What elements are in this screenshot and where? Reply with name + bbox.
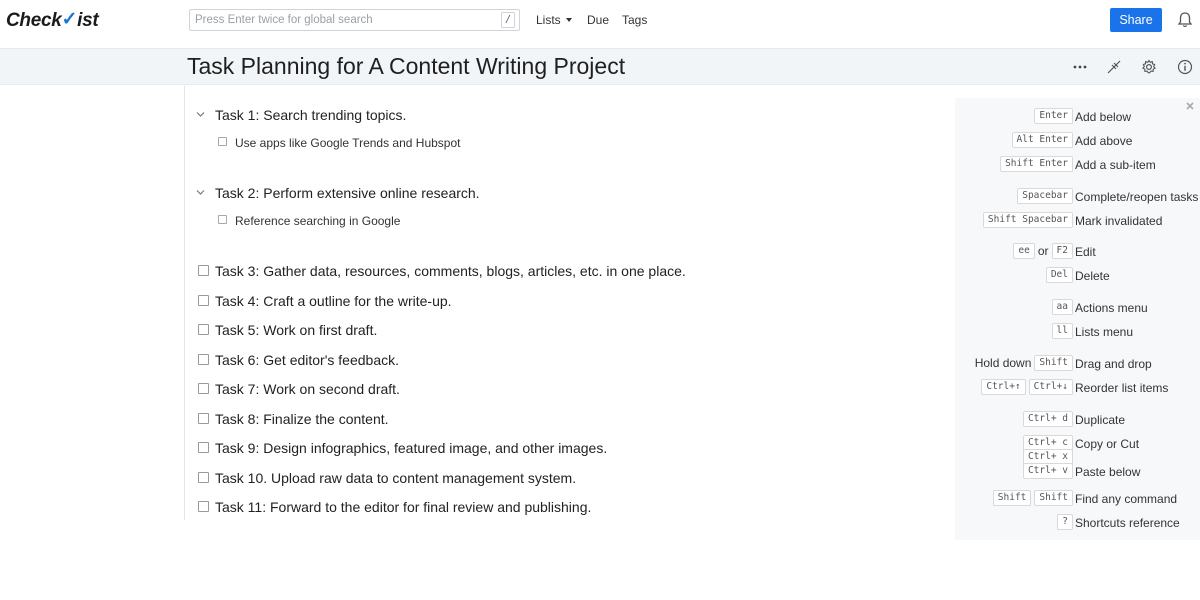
- task-checkbox[interactable]: [198, 383, 209, 394]
- key-label: F2: [1051, 243, 1073, 259]
- shortcut-action: Reorder list items: [1075, 381, 1169, 395]
- task-checkbox[interactable]: [198, 295, 209, 306]
- shortcut-row-drag: Hold down Shift Drag and drop: [955, 355, 1200, 373]
- key-label: Shift: [992, 490, 1032, 506]
- settings-gear-icon[interactable]: [1140, 58, 1158, 76]
- task-checkbox[interactable]: [198, 442, 209, 453]
- shortcut-row-invalidate: Shift Spacebar Mark invalidated: [955, 212, 1200, 230]
- logo-text-ist: ist: [77, 10, 99, 31]
- top-bar: Check✓ist / Lists Due Tags Share: [0, 0, 1200, 48]
- page-title[interactable]: Task Planning for A Content Writing Proj…: [187, 53, 625, 80]
- task-checkbox[interactable]: [198, 265, 209, 276]
- key-label: ll: [1051, 323, 1073, 339]
- key-label: ?: [1057, 514, 1073, 530]
- chevron-down-icon: [565, 18, 572, 22]
- keyboard-shortcuts-panel: Enter Add below Alt Enter Add above Shif…: [955, 98, 1200, 540]
- nav-lists-label: Lists: [536, 13, 561, 27]
- task-text[interactable]: Task 8: Finalize the content.: [215, 411, 389, 427]
- shortcut-action: Add above: [1075, 134, 1133, 148]
- key-label: Del: [1045, 267, 1073, 283]
- shortcut-action: Add below: [1075, 110, 1132, 124]
- hold-down-label: Hold down: [974, 356, 1032, 370]
- search-shortcut-key: /: [501, 12, 515, 28]
- task-checkbox[interactable]: [198, 324, 209, 335]
- key-label: Shift Enter: [1000, 156, 1073, 172]
- key-label: Ctrl+↑: [981, 379, 1026, 395]
- task-text[interactable]: Task 9: Design infographics, featured im…: [215, 440, 607, 456]
- task-text[interactable]: Task 6: Get editor's feedback.: [215, 352, 399, 368]
- logo-text-check: Check: [6, 10, 62, 31]
- key-label: Spacebar: [1017, 188, 1073, 204]
- shortcut-row-add-subitem: Shift Enter Add a sub-item: [955, 156, 1200, 174]
- task-checkbox[interactable]: [198, 472, 209, 483]
- shortcut-action: Duplicate: [1075, 413, 1126, 427]
- subtask-text[interactable]: Use apps like Google Trends and Hubspot: [235, 136, 460, 150]
- more-options-icon[interactable]: [1071, 58, 1089, 76]
- shortcut-row-duplicate: Ctrl+ d Duplicate: [955, 411, 1200, 429]
- key-label: Shift: [1034, 355, 1073, 371]
- chevron-down-icon[interactable]: [195, 109, 206, 120]
- title-bar: Task Planning for A Content Writing Proj…: [0, 48, 1200, 85]
- key-label: Ctrl+ v: [1022, 463, 1073, 479]
- logo-check-mark: ✓: [61, 9, 78, 30]
- task-text[interactable]: Task 11: Forward to the editor for final…: [215, 499, 591, 515]
- task-text[interactable]: Task 10. Upload raw data to content mana…: [215, 470, 576, 486]
- key-label: Alt Enter: [1011, 132, 1073, 148]
- shortcut-action: Lists menu: [1075, 325, 1134, 339]
- share-button[interactable]: Share: [1110, 8, 1162, 32]
- global-search[interactable]: /: [189, 9, 520, 31]
- task-text[interactable]: Task 2: Perform extensive online researc…: [215, 185, 480, 201]
- shortcut-action: Actions menu: [1075, 301, 1148, 315]
- shortcut-action: Mark invalidated: [1075, 214, 1163, 228]
- key-label: Shift Spacebar: [982, 212, 1073, 228]
- nav-tags[interactable]: Tags: [622, 13, 647, 27]
- shortcut-action: Drag and drop: [1075, 357, 1152, 371]
- key-label: Ctrl+ d: [1022, 411, 1073, 427]
- shortcut-action: Find any command: [1075, 492, 1178, 506]
- shortcut-row-complete: Spacebar Complete/reopen tasks: [955, 188, 1200, 206]
- task-checkbox[interactable]: [198, 501, 209, 512]
- key-label: Enter: [1034, 108, 1073, 124]
- key-label: aa: [1051, 299, 1073, 315]
- shortcut-row-lists-menu: ll Lists menu: [955, 323, 1200, 341]
- shortcut-row-edit: ee or F2 Edit: [955, 243, 1200, 261]
- key-label: Ctrl+↓: [1028, 379, 1073, 395]
- shortcut-row-delete: Del Delete: [955, 267, 1200, 285]
- shortcut-row-add-below: Enter Add below: [955, 108, 1200, 126]
- shortcut-action: Shortcuts reference: [1075, 516, 1180, 530]
- collapse-expand-icon[interactable]: [1105, 58, 1123, 76]
- nav-due[interactable]: Due: [587, 13, 609, 27]
- info-icon[interactable]: [1176, 58, 1194, 76]
- shortcut-row-reorder: Ctrl+↑ Ctrl+↓ Reorder list items: [955, 379, 1200, 397]
- task-text[interactable]: Task 4: Craft a outline for the write-up…: [215, 293, 452, 309]
- shortcut-action: Delete: [1075, 269, 1110, 283]
- task-checkbox[interactable]: [218, 137, 227, 146]
- key-label: Shift: [1034, 490, 1073, 506]
- checkvist-logo[interactable]: Check✓ist: [6, 9, 99, 32]
- task-checkbox[interactable]: [218, 215, 227, 224]
- task-checkbox[interactable]: [198, 354, 209, 365]
- shortcut-action: Add a sub-item: [1075, 158, 1156, 172]
- task-text[interactable]: Task 5: Work on first draft.: [215, 322, 377, 338]
- nav-lists-dropdown[interactable]: Lists: [536, 13, 572, 27]
- task-text[interactable]: Task 7: Work on second draft.: [215, 381, 400, 397]
- shortcut-row-actions-menu: aa Actions menu: [955, 299, 1200, 317]
- shortcut-row-paste: Ctrl+ v Paste below: [955, 463, 1200, 481]
- task-text[interactable]: Task 1: Search trending topics.: [215, 107, 406, 123]
- shortcut-row-add-above: Alt Enter Add above: [955, 132, 1200, 150]
- shortcut-action: Paste below: [1075, 465, 1141, 479]
- search-input[interactable]: [190, 10, 490, 30]
- shortcut-row-find: Shift Shift Find any command: [955, 490, 1200, 508]
- or-label: or: [1037, 244, 1049, 258]
- shortcut-row-reference: ? Shortcuts reference: [955, 514, 1200, 532]
- shortcut-action: Complete/reopen tasks: [1075, 190, 1199, 204]
- task-checkbox[interactable]: [198, 413, 209, 424]
- key-label: ee: [1013, 243, 1035, 259]
- chevron-down-icon[interactable]: [195, 187, 206, 198]
- shortcut-action: Edit: [1075, 245, 1096, 259]
- bell-icon[interactable]: [1177, 11, 1193, 29]
- subtask-text[interactable]: Reference searching in Google: [235, 214, 400, 228]
- task-list: Task 1: Search trending topics. Use apps…: [184, 86, 944, 520]
- task-text[interactable]: Task 3: Gather data, resources, comments…: [215, 263, 686, 279]
